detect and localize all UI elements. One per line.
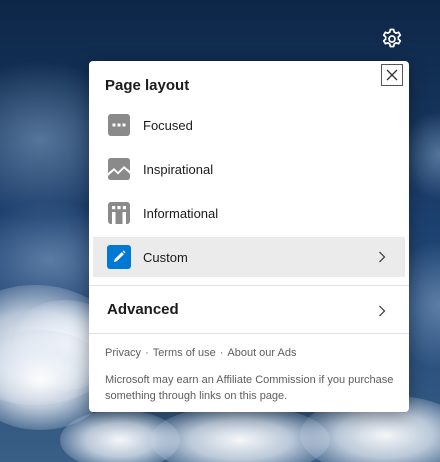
- informational-layout-icon: [107, 201, 131, 225]
- privacy-link[interactable]: Privacy: [105, 347, 141, 359]
- advanced-settings-row[interactable]: Advanced: [89, 287, 409, 333]
- pencil-icon: [107, 245, 131, 269]
- layout-option-label: Focused: [143, 117, 193, 133]
- settings-gear-icon[interactable]: [380, 27, 404, 51]
- panel-title: Page layout: [105, 77, 190, 94]
- divider: [89, 333, 409, 334]
- layout-option-label: Custom: [143, 249, 188, 265]
- layout-option-focused[interactable]: Focused: [93, 105, 405, 145]
- link-separator: ·: [145, 347, 149, 359]
- close-icon: [386, 69, 398, 81]
- link-separator: ·: [219, 347, 224, 359]
- layout-option-inspirational[interactable]: Inspirational: [93, 149, 405, 189]
- advanced-label: Advanced: [107, 301, 179, 318]
- chevron-right-icon: [379, 251, 386, 263]
- layout-option-custom[interactable]: Custom: [93, 237, 405, 277]
- terms-of-use-link[interactable]: Terms of use: [153, 347, 216, 359]
- affiliate-disclaimer: Microsoft may earn an Affiliate Commissi…: [105, 374, 394, 402]
- page-layout-panel: Page layout Focused Inspirational Inform…: [89, 61, 409, 412]
- layout-option-informational[interactable]: Informational: [93, 193, 405, 233]
- close-button[interactable]: [381, 64, 403, 86]
- footer-links: Privacy · Terms of use · About our Ads: [105, 347, 296, 359]
- inspirational-layout-icon: [107, 157, 131, 181]
- chevron-right-icon: [379, 305, 386, 317]
- about-our-ads-link[interactable]: About our Ads: [227, 347, 296, 359]
- divider: [89, 285, 409, 286]
- layout-option-label: Inspirational: [143, 161, 214, 177]
- focused-layout-icon: [107, 113, 131, 137]
- layout-option-label: Informational: [143, 205, 219, 221]
